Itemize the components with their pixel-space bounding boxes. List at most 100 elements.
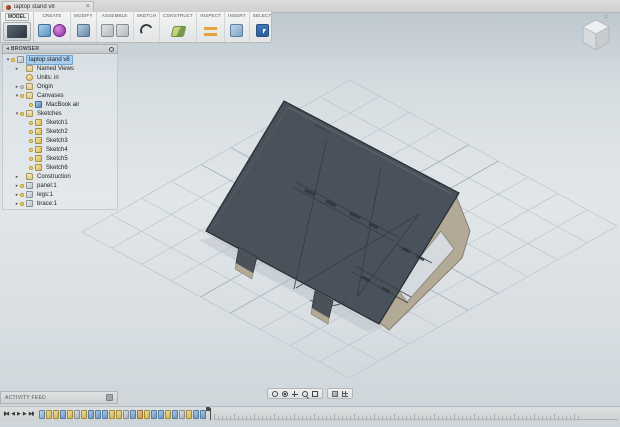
gear-icon[interactable] — [109, 46, 114, 52]
timeline-feature-modify-icon[interactable] — [136, 409, 143, 419]
timeline-feature-extrude-icon[interactable] — [157, 409, 164, 419]
browser-item-label[interactable]: panel:1 — [35, 182, 59, 190]
browser-item[interactable]: ▾ Canvases — [3, 91, 117, 100]
view-cube[interactable] — [576, 16, 616, 54]
collapse-panel-icon[interactable]: ◂ — [6, 45, 9, 53]
timeline-feature-extrude-icon[interactable] — [94, 409, 101, 419]
create-primitive-icon[interactable] — [37, 23, 52, 38]
timeline-feature-extrude-icon[interactable] — [171, 409, 178, 419]
browser-item[interactable]: Sketch2 — [3, 127, 117, 136]
timeline-feature-sketch-icon[interactable] — [45, 409, 52, 419]
grid-display-icon[interactable] — [340, 390, 350, 398]
orbit-icon[interactable] — [270, 390, 280, 398]
browser-item-label[interactable]: Named Views — [35, 65, 76, 73]
timeline-feature-sketch-icon[interactable] — [80, 409, 87, 419]
select-icon[interactable] — [255, 23, 270, 38]
create-sketch-icon[interactable] — [138, 22, 155, 39]
create-sphere-icon[interactable] — [52, 23, 67, 38]
activity-feed-toggle-icon[interactable] — [106, 394, 113, 401]
browser-item[interactable]: ▸ brace:1 — [3, 199, 117, 208]
timeline-feature-sketch-icon[interactable] — [115, 409, 122, 419]
joint-icon[interactable] — [115, 23, 130, 38]
construct-plane-icon[interactable] — [170, 24, 187, 38]
browser-item-label[interactable]: Sketch1 — [44, 119, 70, 127]
timeline-feature-extrude-icon[interactable] — [150, 409, 157, 419]
visibility-bulb-icon[interactable] — [20, 93, 24, 98]
go-to-end-button[interactable]: ▶▮ — [27, 410, 35, 419]
browser-item-label[interactable]: Construction — [35, 173, 73, 181]
visibility-bulb-icon[interactable] — [20, 84, 24, 89]
browser-item-label[interactable]: Sketches — [35, 110, 64, 118]
timeline-feature-extrude-icon[interactable] — [87, 409, 94, 419]
timeline-feature-sketch-icon[interactable] — [108, 409, 115, 419]
visibility-bulb-icon[interactable] — [29, 165, 33, 170]
browser-item[interactable]: ▸ Origin — [3, 82, 117, 91]
workspace-dropdown[interactable]: MODEL — [4, 13, 30, 21]
document-tab[interactable]: laptop stand v8 × — [2, 1, 94, 12]
timeline-playhead[interactable] — [205, 407, 211, 420]
pan-icon[interactable] — [290, 390, 300, 398]
workspace-model-button[interactable] — [3, 22, 31, 41]
browser-item[interactable]: ▸ Construction — [3, 172, 117, 181]
browser-item-label[interactable]: brace:1 — [35, 200, 59, 208]
visibility-bulb-icon[interactable] — [11, 57, 15, 62]
browser-item[interactable]: Sketch1 — [3, 118, 117, 127]
home-view-icon[interactable]: ⌂ — [604, 13, 608, 20]
timeline-feature-sketch-icon[interactable] — [143, 409, 150, 419]
browser-item[interactable]: ▾ Sketches — [3, 109, 117, 118]
press-pull-icon[interactable] — [76, 23, 91, 38]
browser-item[interactable]: Sketch5 — [3, 154, 117, 163]
browser-item-label[interactable]: Sketch2 — [44, 128, 70, 136]
timeline-feature-sketch-icon[interactable] — [52, 409, 59, 419]
timeline-feature-construct-icon[interactable] — [122, 409, 129, 419]
timeline-feature-sketch-icon[interactable] — [66, 409, 73, 419]
timeline-ruler[interactable] — [213, 409, 618, 420]
new-component-icon[interactable] — [100, 23, 115, 38]
browser-item-label[interactable]: Units: in — [35, 74, 61, 82]
visibility-bulb-icon[interactable] — [29, 138, 33, 143]
browser-item-label[interactable]: legs:1 — [35, 191, 55, 199]
visibility-bulb-icon[interactable] — [29, 129, 33, 134]
look-at-icon[interactable] — [280, 390, 290, 398]
browser-item[interactable]: Sketch4 — [3, 145, 117, 154]
browser-item[interactable]: Sketch6 — [3, 163, 117, 172]
timeline-feature-sketch-icon[interactable] — [185, 409, 192, 419]
browser-item[interactable]: ▸ Named Views — [3, 64, 117, 73]
browser-item[interactable]: ▾ laptop stand v8 — [3, 54, 117, 65]
timeline-feature-extrude-icon[interactable] — [192, 409, 199, 419]
browser-item-label[interactable]: Sketch6 — [44, 164, 70, 172]
browser-item-label[interactable]: laptop stand v8 — [26, 54, 73, 65]
visibility-bulb-icon[interactable] — [20, 111, 24, 116]
timeline-feature-extrude-icon[interactable] — [129, 409, 136, 419]
browser-item-label[interactable]: Sketch5 — [44, 155, 70, 163]
browser-item[interactable]: ▸ legs:1 — [3, 190, 117, 199]
browser-item[interactable]: Units: in — [3, 73, 117, 82]
visibility-bulb-icon[interactable] — [29, 120, 33, 125]
timeline-feature-extrude-icon[interactable] — [101, 409, 108, 419]
browser-item-label[interactable]: MacBook air — [44, 101, 81, 109]
browser-item[interactable]: MacBook air — [3, 100, 117, 109]
browser-item-label[interactable]: Origin — [35, 83, 55, 91]
visibility-bulb-icon[interactable] — [29, 147, 33, 152]
timeline-feature-sketch-icon[interactable] — [164, 409, 171, 419]
browser-item-label[interactable]: Canvases — [35, 92, 66, 100]
visibility-bulb-icon[interactable] — [20, 183, 24, 188]
fit-icon[interactable] — [310, 390, 320, 398]
timeline-feature-canvas-icon[interactable] — [38, 409, 45, 419]
display-settings-icon[interactable] — [330, 390, 340, 398]
timeline-feature-extrude-icon[interactable] — [59, 409, 66, 419]
close-tab-icon[interactable]: × — [86, 3, 90, 10]
visibility-bulb-icon[interactable] — [20, 192, 24, 197]
browser-item-label[interactable]: Sketch4 — [44, 146, 70, 154]
visibility-bulb-icon[interactable] — [20, 201, 24, 206]
browser-item-label[interactable]: Sketch3 — [44, 137, 70, 145]
visibility-bulb-icon[interactable] — [29, 156, 33, 161]
measure-icon[interactable] — [203, 24, 218, 37]
timeline-feature-construct-icon[interactable] — [73, 409, 80, 419]
timeline-feature-construct-icon[interactable] — [178, 409, 185, 419]
zoom-icon[interactable] — [300, 390, 310, 398]
visibility-bulb-icon[interactable] — [29, 102, 33, 107]
go-to-start-button[interactable]: ▮◀ — [2, 410, 10, 419]
browser-item[interactable]: ▸ panel:1 — [3, 181, 117, 190]
browser-item[interactable]: Sketch3 — [3, 136, 117, 145]
